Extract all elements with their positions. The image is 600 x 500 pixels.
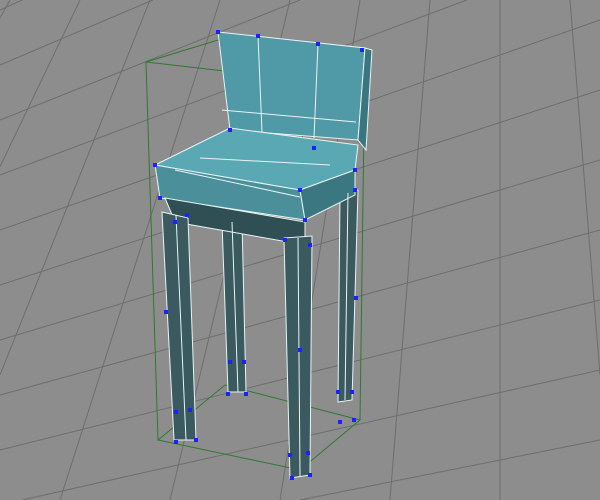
vertex-handle[interactable]	[174, 410, 178, 414]
grid-line	[0, 0, 151, 376]
bar-stool-model[interactable]	[153, 31, 373, 479]
viewport-canvas[interactable]	[0, 0, 600, 500]
vertex-handle[interactable]	[256, 34, 260, 38]
vertex-handle[interactable]	[194, 438, 198, 442]
vertex-handle[interactable]	[228, 128, 232, 132]
backrest-front[interactable]	[217, 31, 366, 141]
vertex-handle[interactable]	[312, 146, 316, 150]
vertex-handle[interactable]	[283, 238, 287, 242]
grid-line	[0, 0, 154, 66]
vertex-handle[interactable]	[350, 390, 354, 394]
vertex-handle[interactable]	[288, 453, 292, 457]
grid-line	[569, 0, 600, 376]
vertex-handle[interactable]	[353, 188, 357, 192]
grid-line	[389, 0, 431, 500]
leg-back-left[interactable]	[221, 221, 247, 393]
vertex-handle[interactable]	[354, 296, 358, 300]
vertex-handle[interactable]	[308, 473, 312, 477]
vertex-handle[interactable]	[352, 418, 356, 422]
vertex-handle[interactable]	[173, 220, 177, 224]
vertex-handle[interactable]	[226, 392, 230, 396]
3d-viewport[interactable]	[0, 0, 600, 500]
vertex-handle[interactable]	[308, 243, 312, 247]
leg-front-left[interactable]	[161, 211, 197, 441]
vertex-handle[interactable]	[153, 163, 157, 167]
vertex-handle[interactable]	[316, 42, 320, 46]
vertex-handle[interactable]	[360, 48, 364, 52]
vertex-handle[interactable]	[228, 360, 232, 364]
vertex-handle[interactable]	[298, 348, 302, 352]
vertex-handle[interactable]	[290, 476, 294, 480]
grid-line	[0, 0, 81, 167]
vertex-handle[interactable]	[216, 30, 220, 34]
vertex-handle[interactable]	[174, 440, 178, 444]
grid-line	[59, 0, 221, 500]
vertex-handle[interactable]	[164, 310, 168, 314]
vertex-handle[interactable]	[353, 168, 357, 172]
vertex-handle[interactable]	[336, 390, 340, 394]
vertex-handle[interactable]	[338, 420, 342, 424]
grid-line	[0, 0, 23, 11]
grid-line	[299, 439, 600, 500]
vertex-handle[interactable]	[303, 218, 307, 222]
vertex-handle[interactable]	[158, 196, 162, 200]
vertex-handle[interactable]	[242, 360, 246, 364]
vertex-handle[interactable]	[298, 188, 302, 192]
vertex-handle[interactable]	[306, 451, 310, 455]
vertex-handle[interactable]	[185, 213, 189, 217]
vertex-handle[interactable]	[188, 408, 192, 412]
vertex-handle[interactable]	[244, 392, 248, 396]
